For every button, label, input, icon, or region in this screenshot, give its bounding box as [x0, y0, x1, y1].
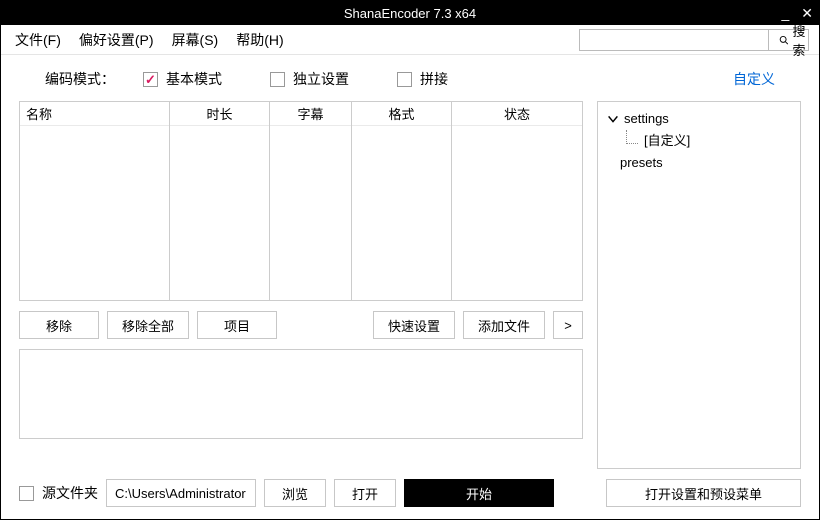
quick-settings-button[interactable]: 快速设置: [373, 311, 455, 339]
preset-tree[interactable]: settings [自定义] presets: [597, 101, 801, 469]
custom-link[interactable]: 自定义: [733, 69, 775, 89]
col-format[interactable]: 格式: [352, 102, 451, 126]
remove-all-button[interactable]: 移除全部: [107, 311, 189, 339]
info-panel: [19, 349, 583, 439]
window-title: ShanaEncoder 7.3 x64: [344, 6, 476, 21]
menu-bar: 文件(F) 偏好设置(P) 屏幕(S) 帮助(H) 搜索: [1, 25, 819, 55]
start-button[interactable]: 开始: [404, 479, 554, 507]
open-button[interactable]: 打开: [334, 479, 396, 507]
tree-custom-label: [自定义]: [644, 130, 690, 152]
checkbox-icon: [143, 72, 158, 87]
add-file-button[interactable]: 添加文件: [463, 311, 545, 339]
mode-splice-label: 拼接: [420, 69, 448, 89]
output-path-text: C:\Users\Administrator: [115, 486, 246, 501]
search-icon: [779, 33, 788, 47]
close-icon[interactable]: ✕: [801, 5, 813, 22]
minimize-icon[interactable]: _: [781, 5, 789, 21]
menu-screen[interactable]: 屏幕(S): [172, 30, 219, 50]
checkbox-icon: [397, 72, 412, 87]
open-presets-menu-button[interactable]: 打开设置和预设菜单: [606, 479, 801, 507]
mode-basic-checkbox[interactable]: 基本模式: [143, 69, 222, 89]
col-subtitle[interactable]: 字幕: [270, 102, 351, 126]
grid-buttons-row: 移除 移除全部 项目 快速设置 添加文件 >: [19, 311, 583, 339]
encoding-mode-label: 编码模式：: [45, 69, 115, 89]
more-button[interactable]: >: [553, 311, 583, 339]
col-status[interactable]: 状态: [452, 102, 582, 126]
title-bar: ShanaEncoder 7.3 x64 _ ✕: [1, 1, 819, 25]
chevron-down-icon: [606, 112, 620, 126]
search-button-label: 搜索: [792, 21, 810, 59]
tree-node-presets[interactable]: presets: [606, 152, 792, 174]
checkbox-icon: [270, 72, 285, 87]
tree-branch-icon: [626, 130, 638, 144]
bottom-row: 源文件夹 C:\Users\Administrator 浏览 打开 开始 打开设…: [15, 479, 805, 507]
search-input[interactable]: [580, 30, 768, 50]
mode-independent-checkbox[interactable]: 独立设置: [270, 69, 349, 89]
encoding-mode-row: 编码模式： 基本模式 独立设置 拼接 自定义: [15, 65, 805, 91]
mode-splice-checkbox[interactable]: 拼接: [397, 69, 448, 89]
tree-node-custom[interactable]: [自定义]: [606, 130, 792, 152]
output-path-box[interactable]: C:\Users\Administrator: [106, 479, 256, 507]
search-button[interactable]: 搜索: [768, 30, 820, 50]
browse-button[interactable]: 浏览: [264, 479, 326, 507]
file-grid: 名称 时长 字幕 格式 状态: [19, 101, 583, 301]
col-duration[interactable]: 时长: [170, 102, 269, 126]
remove-button[interactable]: 移除: [19, 311, 99, 339]
menu-help[interactable]: 帮助(H): [236, 30, 283, 50]
project-button[interactable]: 项目: [197, 311, 277, 339]
menu-file[interactable]: 文件(F): [15, 30, 61, 50]
col-name[interactable]: 名称: [20, 102, 169, 126]
mode-basic-label: 基本模式: [166, 69, 222, 89]
tree-settings-label: settings: [624, 108, 669, 130]
source-folder-label: 源文件夹: [42, 483, 98, 503]
search-box: 搜索: [579, 29, 809, 51]
menu-preferences[interactable]: 偏好设置(P): [79, 30, 154, 50]
tree-node-settings[interactable]: settings: [606, 108, 792, 130]
source-folder-checkbox[interactable]: 源文件夹: [19, 483, 98, 503]
mode-independent-label: 独立设置: [293, 69, 349, 89]
checkbox-icon: [19, 486, 34, 501]
tree-presets-label: presets: [620, 152, 663, 174]
